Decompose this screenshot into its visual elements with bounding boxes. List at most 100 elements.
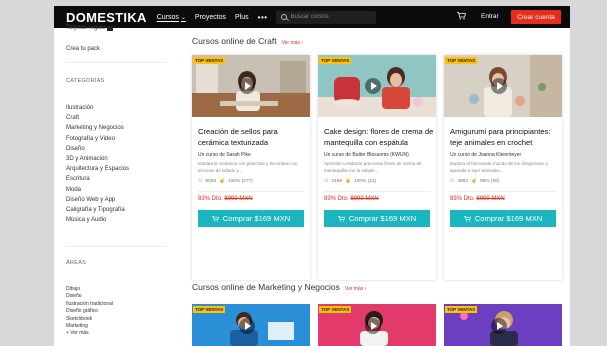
category-item[interactable]: Craft — [66, 113, 129, 123]
students-count: 2469 — [331, 179, 342, 184]
sidebar-divider — [66, 246, 166, 247]
category-item[interactable]: Ilustración — [66, 103, 129, 113]
course-price: 83% Dto. $999 MXN — [324, 196, 379, 202]
thumbs-up-icon: ☝ — [344, 179, 351, 184]
play-icon[interactable] — [365, 78, 381, 94]
login-link[interactable]: Entrar — [481, 13, 499, 20]
top-sales-badge: TOP VENTAS — [319, 306, 352, 313]
rating-value: 100% (41) — [353, 179, 377, 184]
course-stats: ⚇ 2469 ☝ 100% (41) — [324, 179, 376, 184]
buy-button-label: Comprar $169 MXN — [222, 214, 291, 223]
top-sales-badge: TOP VENTAS — [445, 306, 478, 313]
course-thumbnail[interactable]: TOP VENTAS — [192, 55, 310, 117]
area-item[interactable]: Marketing — [66, 323, 113, 330]
category-item[interactable]: Diseño Web y App — [66, 195, 129, 205]
search-bar[interactable] — [275, 10, 376, 24]
play-icon[interactable] — [491, 78, 507, 94]
signup-button[interactable]: Crear cuenta — [511, 10, 561, 24]
gift-cards-link[interactable]: Tarjetas regalo — [66, 25, 114, 31]
chevron-down-icon: ⌄ — [180, 14, 186, 21]
play-icon[interactable] — [365, 318, 381, 334]
category-item[interactable]: Arquitectura y Espacios — [66, 164, 129, 174]
more-menu-icon[interactable]: ••• — [258, 13, 268, 22]
top-sales-badge: TOP VENTAS — [193, 57, 226, 64]
card-divider — [324, 191, 430, 192]
card-divider — [198, 191, 304, 192]
students-count: 4882 — [457, 179, 468, 184]
area-item[interactable]: Diseño gráfico — [66, 308, 113, 315]
browser-page: DOMESTIKA Cursos ⌄ Proyectos Plus ••• En… — [54, 6, 570, 346]
area-item[interactable]: Ilustración tradicional — [66, 301, 113, 308]
nav-cursos[interactable]: Cursos ⌄ — [157, 14, 186, 21]
category-item[interactable]: Moda — [66, 185, 129, 195]
craft-see-more-link[interactable]: Ver más › — [282, 40, 303, 46]
gift-icon — [107, 25, 114, 31]
rating-value: 98% (59) — [479, 179, 500, 184]
domestika-logo[interactable]: DOMESTIKA — [66, 10, 147, 25]
category-item[interactable]: Música y Audio — [66, 215, 129, 225]
create-pack-link[interactable]: Crea tu pack — [66, 46, 100, 52]
area-item[interactable]: Diseño — [66, 293, 113, 300]
craft-section-title: Cursos online de Craft Ver más › — [192, 36, 303, 46]
area-item[interactable]: Sketchbook — [66, 316, 113, 323]
course-thumbnail[interactable]: TOP VENTAS — [318, 304, 436, 346]
category-item[interactable]: 3D y Animación — [66, 154, 129, 164]
cart-icon — [211, 215, 219, 222]
play-icon[interactable] — [239, 78, 255, 94]
areas-heading: ÁREAS — [66, 260, 87, 266]
see-more-areas-link[interactable]: + Ver más — [66, 330, 113, 337]
category-item[interactable]: Diseño — [66, 144, 129, 154]
students-icon: ⚇ — [324, 179, 329, 184]
nav-proyectos[interactable]: Proyectos — [195, 14, 226, 21]
discount-label: 83% Dto. — [450, 196, 475, 202]
students-icon: ⚇ — [198, 179, 203, 184]
course-title[interactable]: Creación de sellos para cerámica texturi… — [198, 127, 310, 148]
course-description: Explora el fascinante mundo de los amigu… — [450, 161, 549, 173]
marketing-see-more-link[interactable]: Ver más › — [345, 286, 366, 292]
category-item[interactable]: Fotografía y Video — [66, 134, 129, 144]
buy-button[interactable]: Comprar $169 MXN — [450, 210, 556, 227]
area-item[interactable]: Dibujo — [66, 286, 113, 293]
category-item[interactable]: Caligrafía y Tipografía — [66, 205, 129, 215]
areas-list: Dibujo Diseño Ilustración tradicional Di… — [66, 286, 113, 338]
course-author[interactable]: Un curso de Sarah Pike — [198, 152, 251, 158]
category-item[interactable]: Escritura — [66, 174, 129, 184]
top-sales-badge: TOP VENTAS — [319, 57, 352, 64]
buy-button[interactable]: Comprar $169 MXN — [198, 210, 304, 227]
gift-cards-label: Tarjetas regalo — [66, 25, 106, 31]
buy-button[interactable]: Comprar $169 MXN — [324, 210, 430, 227]
nav-plus[interactable]: Plus — [235, 14, 249, 21]
course-card[interactable]: TOP VENTAS Creación de sellos para cerám… — [192, 55, 310, 280]
top-sales-badge: TOP VENTAS — [193, 306, 226, 313]
course-thumbnail[interactable]: TOP VENTAS — [318, 55, 436, 117]
old-price: $999 MXN — [224, 196, 253, 202]
course-price: 83% Dto. $999 MXN — [450, 196, 505, 202]
buy-button-label: Comprar $169 MXN — [348, 214, 417, 223]
thumbs-up-icon: ☝ — [218, 179, 225, 184]
marketing-section-heading: Cursos online de Marketing y Negocios — [192, 282, 340, 292]
course-card[interactable]: TOP VENTAS Cake design: flores de crema … — [318, 55, 436, 280]
course-author[interactable]: Un curso de Butter Blossoms (KWUN) — [324, 152, 409, 158]
course-description: Aprende a elaborar preciosas flores de c… — [324, 161, 422, 173]
cart-icon[interactable] — [457, 12, 466, 20]
course-thumbnail[interactable]: TOP VENTAS — [444, 55, 562, 117]
course-title[interactable]: Amigurumi para principiantes: teje anima… — [450, 127, 562, 148]
course-author[interactable]: Un curso de Joanna Kleinmeyer — [450, 152, 521, 158]
course-thumbnail[interactable]: TOP VENTAS — [192, 304, 310, 346]
course-title[interactable]: Cake design: flores de crema de mantequi… — [324, 127, 436, 148]
categories-list: Ilustración Craft Marketing y Negocios F… — [66, 103, 129, 225]
course-stats: ⚇ 4882 ☝ 98% (59) — [450, 179, 499, 184]
categories-heading: CATEGORÍAS — [66, 78, 105, 84]
old-price: $999 MXN — [476, 196, 505, 202]
play-icon[interactable] — [491, 318, 507, 334]
play-icon[interactable] — [239, 318, 255, 334]
course-thumbnail[interactable]: TOP VENTAS — [444, 304, 562, 346]
search-input[interactable] — [290, 14, 371, 20]
students-count: 8058 — [205, 179, 216, 184]
nav-cursos-label: Cursos — [156, 13, 179, 21]
sidebar-divider — [66, 62, 166, 63]
category-item[interactable]: Marketing y Negocios — [66, 123, 129, 133]
buy-button-label: Comprar $169 MXN — [474, 214, 543, 223]
course-stats: ⚇ 8058 ☝ 100% (277) — [198, 179, 253, 184]
course-card[interactable]: TOP VENTAS Amigurumi para principiantes:… — [444, 55, 562, 280]
